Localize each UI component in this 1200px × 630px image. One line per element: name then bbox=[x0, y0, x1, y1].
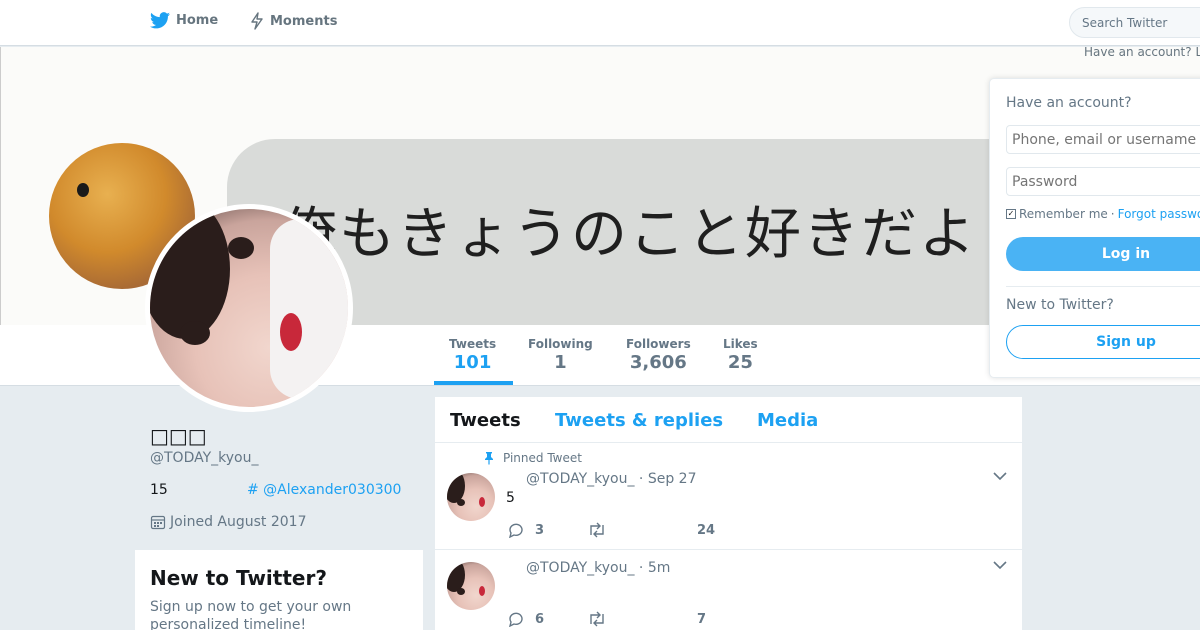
timeline-tabs: Tweets Tweets & replies Media bbox=[435, 397, 1022, 443]
avatar-eye bbox=[457, 499, 465, 506]
stat-followers[interactable]: Followers 3,606 bbox=[626, 337, 691, 373]
tab-tweets[interactable]: Tweets bbox=[450, 410, 521, 431]
avatar-eye bbox=[228, 237, 254, 259]
stat-label: Tweets bbox=[449, 337, 497, 351]
stat-value: 101 bbox=[453, 352, 492, 373]
stat-label: Likes bbox=[723, 337, 758, 351]
tweet-text: 5 bbox=[506, 490, 515, 506]
signup-button[interactable]: Sign up bbox=[1006, 325, 1200, 359]
tab-media[interactable]: Media bbox=[757, 410, 818, 431]
avatar-hair bbox=[150, 209, 230, 339]
profile-bio: 15 bbox=[150, 482, 168, 498]
chevron-down-icon bbox=[993, 561, 1007, 570]
nav-home[interactable]: Home bbox=[150, 12, 218, 29]
avatar-lips bbox=[280, 313, 302, 351]
signup-promo-box: New to Twitter? Sign up now to get your … bbox=[135, 550, 423, 630]
tweet[interactable]: @TODAY_kyou_ · 5m 6 7 bbox=[435, 550, 1022, 630]
avatar-shirt bbox=[270, 219, 348, 399]
stat-value: 3,606 bbox=[629, 352, 687, 373]
separator-dot: · bbox=[1110, 207, 1115, 221]
stat-label: Following bbox=[528, 337, 593, 351]
login-button[interactable]: Log in bbox=[1006, 237, 1200, 271]
profile-handle[interactable]: @TODAY_kyou_ bbox=[150, 450, 258, 466]
tweet-actions: 3 24 bbox=[507, 522, 715, 538]
avatar-lips bbox=[479, 497, 485, 507]
retweet-button[interactable] bbox=[587, 611, 697, 627]
reply-button[interactable]: 6 bbox=[507, 611, 587, 627]
tweet-header[interactable]: @TODAY_kyou_ · Sep 27 bbox=[526, 471, 696, 487]
pinned-label-text: Pinned Tweet bbox=[503, 451, 582, 465]
signup-promo-text: Sign up now to get your own personalized… bbox=[150, 599, 352, 630]
like-button[interactable]: 24 bbox=[697, 523, 715, 538]
reply-count: 6 bbox=[535, 611, 545, 627]
signup-promo-title: New to Twitter? bbox=[150, 566, 327, 590]
profile-bio-link[interactable]: # @Alexander030300 bbox=[247, 482, 401, 498]
stat-value: 25 bbox=[727, 352, 753, 373]
login-title: Have an account? bbox=[1006, 95, 1132, 111]
reply-icon bbox=[509, 612, 523, 627]
tweet-actions: 6 7 bbox=[507, 611, 706, 627]
reply-icon bbox=[509, 523, 523, 538]
tweet-header[interactable]: @TODAY_kyou_ · 5m bbox=[526, 560, 670, 576]
stat-likes[interactable]: Likes 25 bbox=[723, 337, 758, 373]
chevron-down-icon bbox=[993, 472, 1007, 481]
retweet-button[interactable] bbox=[587, 522, 697, 538]
stat-tweets[interactable]: Tweets 101 bbox=[449, 337, 496, 373]
nav-moments-label: Moments bbox=[270, 13, 338, 29]
forgot-password-link[interactable]: Forgot password? bbox=[1118, 207, 1200, 221]
tweet-menu-caret[interactable] bbox=[993, 558, 1007, 574]
remember-row: ✓ Remember me · Forgot password? bbox=[1006, 207, 1200, 221]
profile-joined-text: Joined August 2017 bbox=[170, 514, 307, 530]
tweet[interactable]: Pinned Tweet @TODAY_kyou_ · Sep 27 5 3 2… bbox=[435, 443, 1022, 550]
like-count: 7 bbox=[697, 611, 707, 627]
reply-count: 3 bbox=[535, 522, 545, 538]
nav-moments[interactable]: Moments bbox=[250, 12, 337, 30]
stat-following[interactable]: Following 1 bbox=[528, 337, 593, 373]
search-input[interactable]: Search Twitter bbox=[1069, 7, 1200, 38]
stat-value: 1 bbox=[554, 352, 567, 373]
profile-avatar[interactable] bbox=[145, 204, 353, 412]
login-divider bbox=[1006, 286, 1200, 287]
password-input[interactable] bbox=[1006, 167, 1200, 196]
banner-text: 俺もきょうのこと好きだよ bbox=[281, 202, 977, 267]
reply-button[interactable]: 3 bbox=[507, 522, 587, 538]
like-button[interactable]: 7 bbox=[697, 612, 706, 627]
profile-name: □□□ bbox=[150, 424, 207, 448]
active-stat-underline bbox=[434, 381, 513, 385]
timeline: Tweets Tweets & replies Media Pinned Twe… bbox=[435, 397, 1022, 630]
tweet-avatar[interactable] bbox=[447, 473, 495, 521]
stat-label: Followers bbox=[626, 337, 691, 351]
avatar-lips bbox=[479, 586, 485, 596]
profile-joined: Joined August 2017 bbox=[150, 514, 306, 530]
calendar-icon bbox=[150, 515, 166, 530]
have-account-link[interactable]: Have an account? Log in bbox=[1084, 45, 1200, 59]
new-to-twitter-label: New to Twitter? bbox=[1006, 297, 1114, 313]
retweet-icon bbox=[590, 611, 604, 627]
remember-label[interactable]: Remember me bbox=[1019, 207, 1108, 221]
pin-icon bbox=[485, 452, 493, 465]
tweet-menu-caret[interactable] bbox=[993, 469, 1007, 485]
top-navigation: Home Moments Search Twitter bbox=[0, 0, 1200, 46]
tab-tweets-replies[interactable]: Tweets & replies bbox=[555, 410, 723, 431]
nav-home-label: Home bbox=[176, 13, 219, 28]
avatar-eye bbox=[180, 321, 210, 345]
retweet-icon bbox=[590, 522, 604, 538]
lightning-icon bbox=[251, 12, 263, 30]
tweet-avatar[interactable] bbox=[447, 562, 495, 610]
pinned-label: Pinned Tweet bbox=[483, 451, 582, 465]
twitter-bird-icon bbox=[150, 12, 170, 29]
avatar-eye bbox=[457, 588, 465, 595]
like-count: 24 bbox=[697, 522, 716, 538]
remember-checkbox[interactable]: ✓ bbox=[1006, 209, 1016, 219]
login-card: Have an account? ✓ Remember me · Forgot … bbox=[989, 78, 1200, 378]
username-input[interactable] bbox=[1006, 125, 1200, 154]
banner-character-eye bbox=[77, 183, 89, 197]
